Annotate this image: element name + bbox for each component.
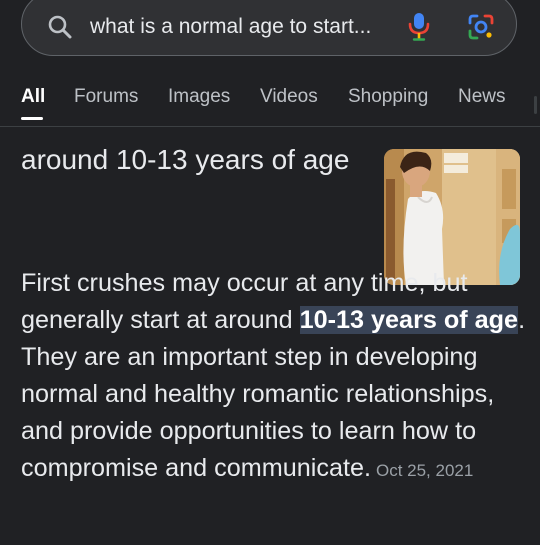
microphone-icon[interactable] [406,11,432,41]
tab-all[interactable]: All [21,86,45,108]
snippet-highlight: 10-13 years of age [299,306,519,334]
active-tab-indicator [21,117,43,120]
tabs-divider [0,126,540,127]
tab-videos[interactable]: Videos [260,86,318,108]
snippet-date: Oct 25, 2021 [375,461,474,480]
tab-news[interactable]: News [458,86,506,108]
search-input[interactable]: what is a normal age to start... [90,15,371,39]
tab-images[interactable]: Images [168,86,230,108]
tab-forums[interactable]: Forums [74,86,138,108]
search-bar[interactable]: what is a normal age to start... [21,0,517,56]
search-icon[interactable] [46,13,74,41]
featured-snippet-text: First crushes may occur at any time, but… [21,265,526,489]
search-tabs: All Forums Images Videos Shopping News [0,86,540,126]
featured-answer-headline: around 10-13 years of age [21,144,350,175]
tab-shopping[interactable]: Shopping [348,86,428,108]
google-lens-icon[interactable] [467,13,495,41]
tabs-overflow-indicator [534,96,537,114]
